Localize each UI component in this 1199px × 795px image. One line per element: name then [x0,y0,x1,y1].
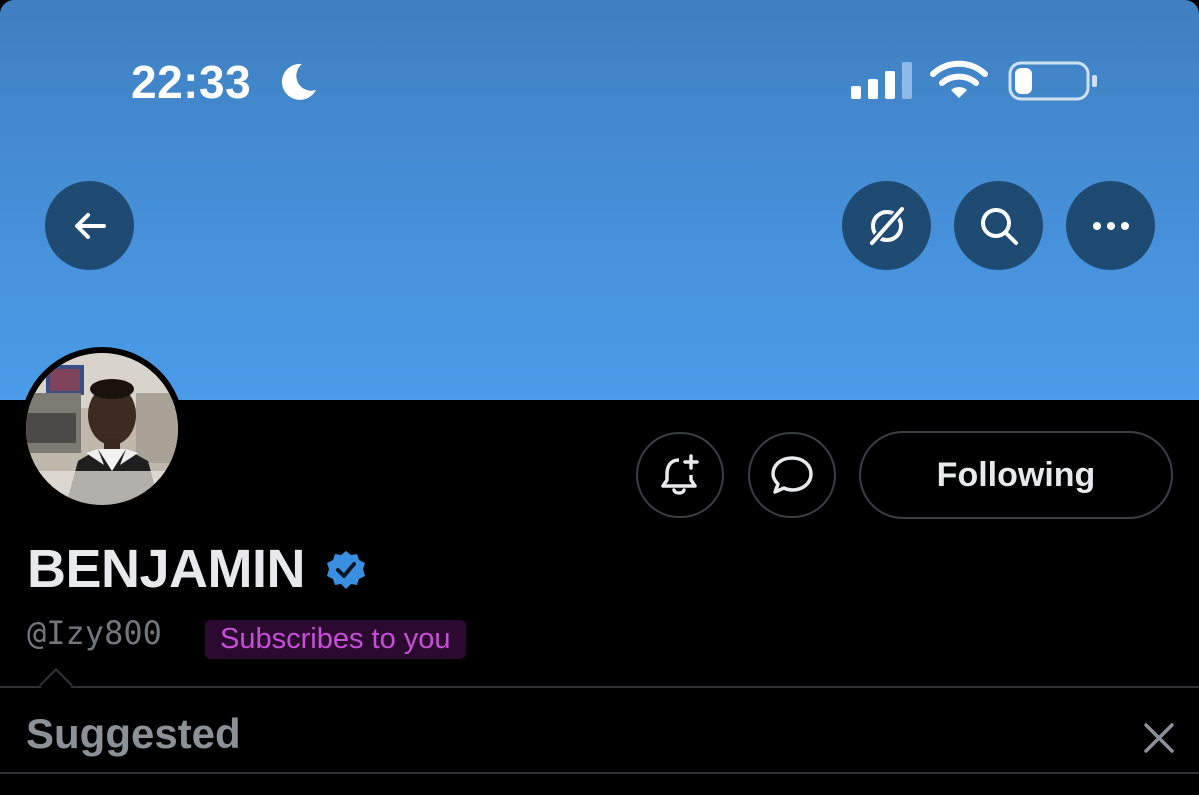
wifi-icon [930,60,988,98]
message-button[interactable] [748,432,836,518]
battery-icon [1008,61,1097,101]
more-horizontal-icon [1092,221,1129,230]
dismiss-suggested-button[interactable] [1139,718,1179,758]
search-icon [980,207,1018,245]
display-name: BENJAMIN [27,539,306,599]
moon-icon [281,63,316,100]
profile-handle: @Izy800 [27,614,162,652]
bottom-divider [0,772,1199,774]
section-divider [0,686,1199,688]
notifications-button[interactable] [636,432,724,518]
subscribes-to-you-badge: Subscribes to you [205,620,466,659]
verified-badge-icon [327,551,365,589]
close-icon [1144,723,1174,753]
cellular-signal-icon [851,62,912,99]
bell-plus-icon [661,454,699,495]
suggested-caret [39,668,73,702]
grok-icon [868,205,905,246]
search-button[interactable] [954,181,1043,270]
suggested-heading: Suggested [26,710,241,757]
profile-avatar[interactable] [20,347,184,511]
following-button[interactable]: Following [859,431,1173,519]
arrow-left-icon [74,212,106,239]
message-bubble-icon [771,456,813,494]
more-options-button[interactable] [1066,181,1155,270]
grok-button[interactable] [842,181,931,270]
avatar-photo [26,353,178,505]
profile-screen: 22:33 Following BENJAMIN @Izy800 Subscri… [0,0,1199,795]
following-label: Following [936,455,1096,494]
status-time: 22:33 [131,56,252,108]
back-button[interactable] [45,181,134,270]
